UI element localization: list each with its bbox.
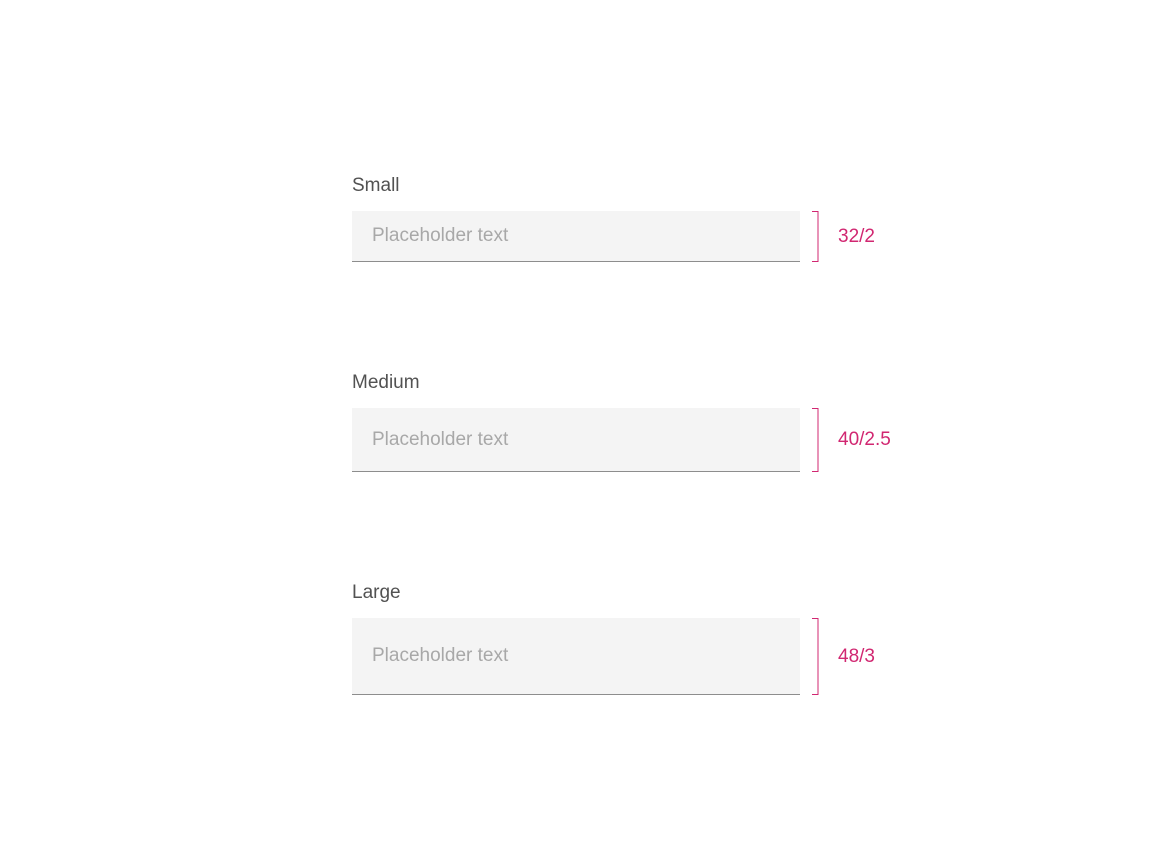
height-annotation-large: 48/3 [838,646,875,668]
height-bracket-large: 48/3 [812,618,875,695]
text-input-large[interactable] [352,618,800,695]
text-input-small[interactable] [352,211,800,262]
height-bracket-medium: 40/2.5 [812,408,891,472]
size-label-medium: Medium [352,372,912,394]
height-bracket-small: 32/2 [812,211,875,262]
text-input-medium[interactable] [352,408,800,472]
height-annotation-medium: 40/2.5 [838,429,891,451]
height-annotation-small: 32/2 [838,226,875,248]
size-row-large: Large 48/3 [352,582,912,695]
size-row-small: Small 32/2 [352,175,912,262]
size-label-small: Small [352,175,912,197]
size-row-medium: Medium 40/2.5 [352,372,912,472]
size-label-large: Large [352,582,912,604]
